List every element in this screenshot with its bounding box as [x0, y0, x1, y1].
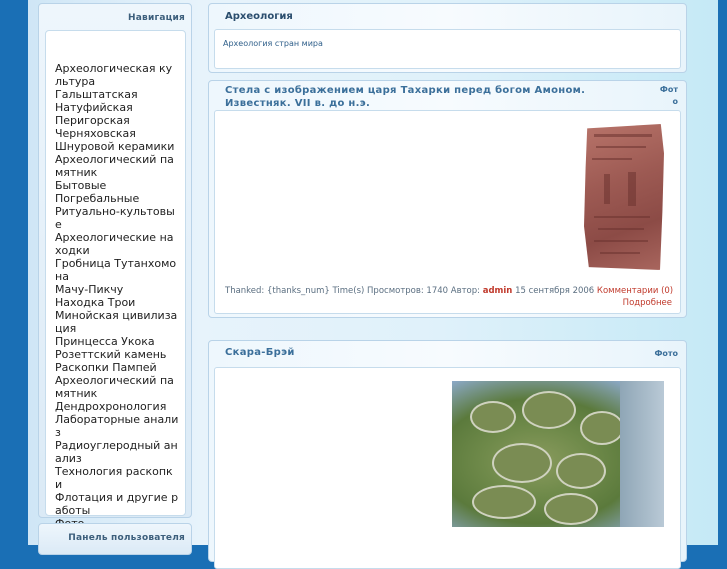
nav-item[interactable]: Ритуально-культовые — [55, 205, 179, 231]
navigation-panel: Навигация Археологическая культура Гальшт… — [38, 3, 192, 530]
user-panel: Панель пользователя — [38, 523, 192, 555]
article-category-tag[interactable]: Фот о — [660, 84, 678, 108]
nav-item[interactable]: Гальштатская — [55, 88, 179, 101]
nav-item[interactable]: Минойская цивилизация — [55, 309, 179, 335]
nav-item[interactable]: Перигорская — [55, 114, 179, 127]
nav-item[interactable]: Принцесса Укока — [55, 335, 179, 348]
navigation-title: Навигация — [128, 13, 185, 23]
nav-item[interactable]: Розеттский камень — [55, 348, 179, 361]
author-link[interactable]: admin — [483, 286, 513, 296]
article-date: 15 сентября 2006 — [515, 286, 595, 296]
comments-link[interactable]: Комментарии (0) — [597, 286, 673, 296]
category-panel: Археология Археология стран мира — [208, 3, 687, 73]
skara-brae-image[interactable] — [452, 381, 664, 527]
article-title[interactable]: Стела с изображением царя Тахарки перед … — [225, 84, 645, 110]
article-title[interactable]: Скара-Брэй — [225, 347, 295, 358]
category-content: Археология стран мира — [214, 29, 681, 69]
user-panel-title: Панель пользователя — [68, 533, 185, 543]
article-stats: Thanked: {thanks_num} Time(s) Просмотров… — [225, 286, 481, 296]
nav-item[interactable]: Черняховская — [55, 127, 179, 140]
nav-item[interactable]: Мачу-Пикчу — [55, 283, 179, 296]
category-link[interactable]: Археология стран мира — [223, 39, 323, 48]
article-meta: Thanked: {thanks_num} Time(s) Просмотров… — [225, 285, 673, 309]
navigation-list: Археологическая культура Гальштатская Нату… — [55, 62, 179, 530]
nav-item[interactable]: Археологический памятник — [55, 153, 179, 179]
category-title: Археология — [225, 11, 293, 22]
nav-item[interactable]: Лабораторные анализ — [55, 413, 179, 439]
nav-item[interactable]: Дендрохронология — [55, 400, 179, 413]
nav-item[interactable]: Находка Трои — [55, 296, 179, 309]
article-category-tag[interactable]: Фото — [654, 348, 678, 360]
nav-item[interactable]: Радиоуглеродный анализ — [55, 439, 179, 465]
nav-item[interactable]: Шнуровой керамики — [55, 140, 179, 153]
nav-item[interactable]: Раскопки Пампей — [55, 361, 179, 374]
nav-item[interactable]: Бытовые — [55, 179, 179, 192]
nav-item[interactable]: Археологические находки — [55, 231, 179, 257]
navigation-box: Археологическая культура Гальштатская Нату… — [45, 30, 186, 530]
stela-image[interactable] — [584, 124, 664, 270]
nav-item[interactable]: Археологическая культура — [55, 62, 179, 88]
nav-item[interactable]: Погребальные — [55, 192, 179, 205]
read-more-link[interactable]: Подробнее — [623, 298, 672, 308]
nav-item[interactable]: Археологический памятник — [55, 374, 179, 400]
nav-item[interactable]: Технология раскопки — [55, 465, 179, 491]
nav-item[interactable]: Гробница Тутанхомона — [55, 257, 179, 283]
navigation-header: Навигация — [39, 4, 191, 30]
nav-item[interactable]: Флотация и другие работы — [55, 491, 179, 517]
nav-item[interactable]: Натуфийская — [55, 101, 179, 114]
